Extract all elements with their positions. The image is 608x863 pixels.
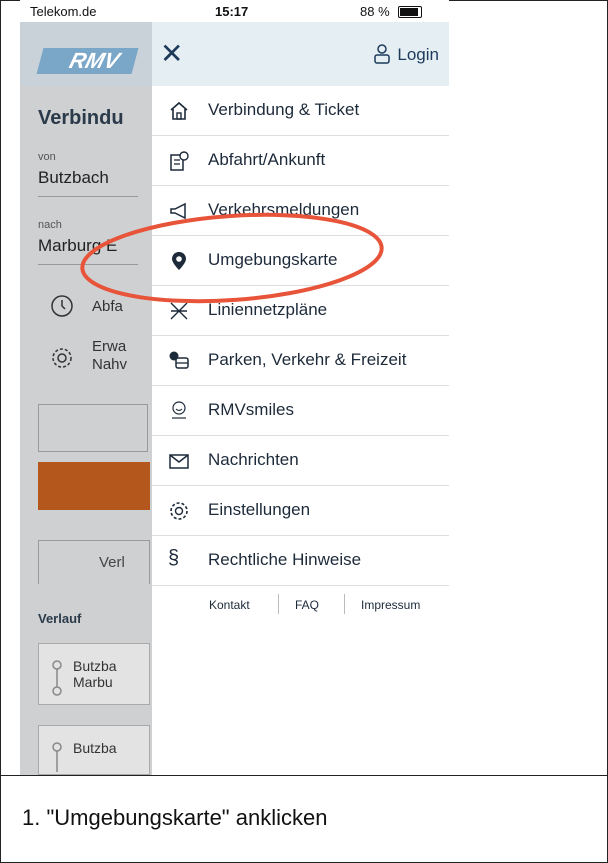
login-label: Login — [397, 45, 439, 64]
close-icon[interactable]: ✕ — [160, 40, 183, 68]
departures-icon — [170, 151, 189, 171]
history-tab[interactable]: Verl — [38, 540, 150, 584]
envelope-icon — [169, 454, 189, 469]
clock-icon — [51, 295, 73, 317]
contact-link[interactable]: Kontakt — [209, 598, 250, 612]
menu-label: Parken, Verkehr & Freizeit — [208, 350, 407, 369]
menu-item-rechtliche-hinweise[interactable]: § Rechtliche Hinweise — [152, 536, 449, 586]
page-title: Verbindu — [38, 107, 124, 129]
login-button[interactable]: Login — [373, 44, 439, 65]
menu-label: Rechtliche Hinweise — [208, 550, 362, 569]
menu-item-verbindung-ticket[interactable]: Verbindung & Ticket — [152, 86, 449, 136]
menu-label: RMVsmiles — [208, 400, 294, 419]
status-bar: Telekom.de 15:17 88 % — [20, 0, 449, 22]
battery-icon — [398, 6, 422, 18]
menu-item-nachrichten[interactable]: Nachrichten — [152, 436, 449, 486]
gear-icon — [170, 502, 188, 520]
search-button[interactable] — [38, 462, 150, 510]
route-icon — [52, 660, 62, 696]
history-card-1[interactable]: Butzba Marbu — [38, 643, 150, 705]
history-card-2[interactable]: Butzba — [38, 725, 150, 775]
route-icon — [52, 742, 62, 772]
network-map-icon — [170, 302, 188, 320]
extended-search-line2: Nahv — [92, 356, 128, 373]
location-pin-icon — [172, 252, 186, 270]
from-underline — [38, 196, 138, 197]
impressum-link[interactable]: Impressum — [361, 598, 420, 612]
to-label: nach — [38, 219, 62, 231]
menu-item-liniennetzplaene[interactable]: Liniennetzpläne — [152, 286, 449, 336]
menu-label: Verbindung & Ticket — [208, 100, 360, 119]
parking-bus-icon — [169, 351, 189, 369]
faq-link[interactable]: FAQ — [295, 598, 319, 612]
menu-item-parken-verkehr-freizeit[interactable]: Parken, Verkehr & Freizeit — [152, 336, 449, 386]
extended-search-line1[interactable]: Erwa — [92, 338, 126, 355]
rmv-logo: RMV — [36, 48, 139, 74]
menu-item-umgebungskarte[interactable]: Umgebungskarte — [152, 236, 449, 286]
history-heading: Verlauf — [38, 611, 82, 626]
navigation-drawer: ✕ Login Verbindung & Ticket Abfahrt/Anku… — [152, 22, 449, 775]
divider — [0, 775, 608, 776]
paragraph-icon: § — [168, 547, 180, 569]
menu-label: Umgebungskarte — [208, 250, 338, 269]
menu-label: Nachrichten — [208, 450, 299, 469]
menu-label: Verkehrsmeldungen — [208, 200, 360, 219]
menu-label: Abfahrt/Ankunft — [208, 150, 326, 169]
from-field[interactable]: Butzbach — [38, 168, 109, 188]
menu-label: Einstellungen — [208, 500, 311, 519]
smiles-icon — [172, 401, 186, 419]
gear-icon — [52, 348, 72, 368]
footer-separator — [344, 594, 345, 614]
menu-item-rmvsmiles[interactable]: RMVsmiles — [152, 386, 449, 436]
menu-label: Liniennetzpläne — [208, 300, 328, 319]
carrier-label: Telekom.de — [30, 4, 97, 19]
to-field[interactable]: Marburg E — [38, 236, 117, 256]
to-underline — [38, 264, 138, 265]
drawer-header: ✕ Login — [152, 22, 449, 86]
menu-item-verkehrsmeldungen[interactable]: Verkehrsmeldungen — [152, 186, 449, 236]
departure-option[interactable]: Abfa — [92, 298, 123, 315]
home-icon — [170, 101, 188, 120]
history-tab-label: Verl — [99, 554, 125, 571]
clock: 15:17 — [215, 4, 249, 19]
battery-percent: 88 % — [360, 4, 390, 19]
menu-item-abfahrt-ankunft[interactable]: Abfahrt/Ankunft — [152, 136, 449, 186]
footer-separator — [278, 594, 279, 614]
phone-screenshot: Telekom.de 15:17 88 % RMV Verbindu von B… — [20, 0, 449, 775]
user-lock-icon — [374, 44, 391, 64]
menu-item-einstellungen[interactable]: Einstellungen — [152, 486, 449, 536]
secondary-button[interactable] — [38, 404, 148, 452]
from-label: von — [38, 151, 56, 163]
instruction-caption: 1. "Umgebungskarte" anklicken — [22, 805, 328, 830]
megaphone-icon — [170, 202, 186, 220]
